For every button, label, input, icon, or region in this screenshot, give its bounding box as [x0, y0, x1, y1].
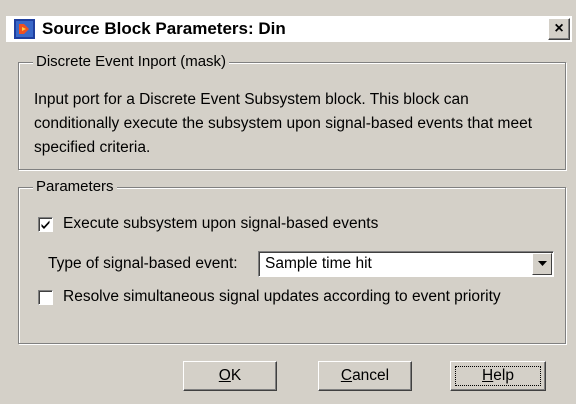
window-title: Source Block Parameters: Din — [42, 19, 286, 38]
event-type-label: Type of signal-based event: — [48, 255, 238, 272]
resolve-updates-checkbox[interactable] — [38, 290, 53, 305]
ok-label-rest: K — [230, 367, 242, 384]
cancel-button[interactable]: Cancel — [318, 361, 412, 391]
parameters-group-legend: Parameters — [33, 178, 117, 196]
dropdown-arrow-button[interactable] — [532, 253, 552, 275]
checkmark-icon — [41, 220, 50, 229]
ok-button[interactable]: OK — [183, 361, 277, 391]
dialog-window: Source Block Parameters: Din × Discrete … — [0, 0, 576, 404]
event-type-value: Sample time hit — [265, 255, 372, 272]
cancel-label-rest: ancel — [352, 367, 390, 384]
execute-subsystem-checkbox[interactable] — [38, 217, 53, 232]
mask-description-text: Input port for a Discrete Event Subsyste… — [34, 91, 533, 156]
help-button[interactable]: Help — [450, 361, 546, 391]
focus-indicator — [455, 366, 541, 386]
event-type-select[interactable]: Sample time hit — [258, 251, 554, 277]
chevron-down-icon — [538, 261, 547, 266]
title-bar[interactable]: Source Block Parameters: Din × — [6, 16, 572, 42]
ok-mnemonic: O — [218, 367, 231, 384]
mask-group-legend: Discrete Event Inport (mask) — [33, 53, 230, 71]
close-button[interactable]: × — [548, 18, 570, 40]
resolve-updates-label: Resolve simultaneous signal updates acco… — [63, 288, 501, 305]
execute-subsystem-label: Execute subsystem upon signal-based even… — [63, 215, 379, 232]
cancel-mnemonic: C — [340, 367, 353, 384]
simulink-block-icon — [14, 19, 35, 39]
